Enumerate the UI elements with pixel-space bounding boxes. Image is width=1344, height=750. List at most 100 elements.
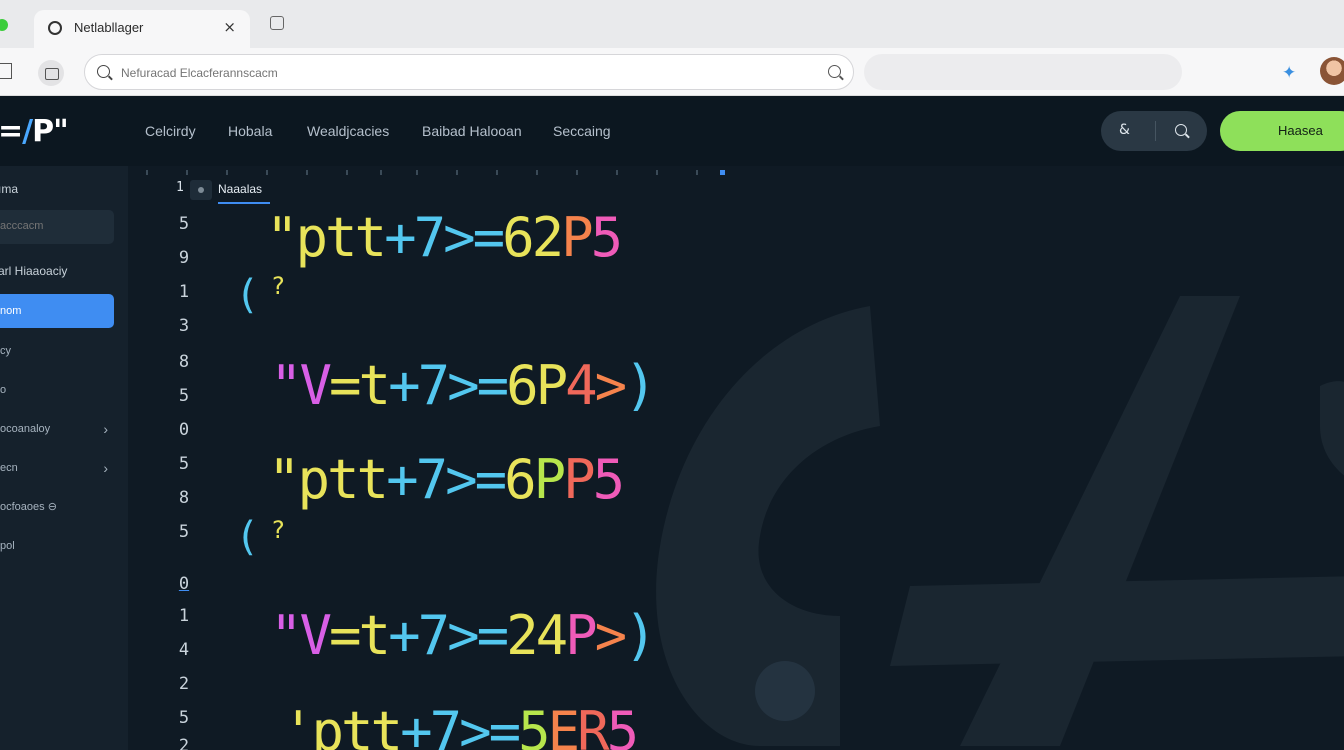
- code-token: P: [565, 604, 597, 667]
- line-number: 9: [178, 248, 190, 268]
- sidebar-item[interactable]: o: [0, 373, 114, 407]
- line-number: 2: [178, 736, 190, 750]
- window-zoom-button[interactable]: [0, 19, 8, 31]
- sidebar-item[interactable]: cy: [0, 334, 114, 368]
- sidebar-subheading: arl Hiaaoaciy: [0, 264, 68, 278]
- line-number: 5: [178, 214, 190, 234]
- code-token: 5: [590, 206, 623, 269]
- lens-search-icon[interactable]: [828, 65, 841, 78]
- profile-avatar[interactable]: [1320, 57, 1344, 85]
- sidebar-item-label: o: [0, 384, 7, 396]
- code-token: >: [594, 354, 627, 417]
- sidebar-item[interactable]: ocoanaloy ›: [0, 412, 114, 446]
- line-number: 8: [178, 488, 190, 508]
- nav-link-2[interactable]: Hobala: [228, 123, 272, 139]
- search-icon[interactable]: [1175, 124, 1187, 136]
- address-input[interactable]: [121, 64, 721, 82]
- code-token: >=: [443, 206, 505, 269]
- toolbar-pill[interactable]: [864, 54, 1182, 90]
- line-number: 1: [178, 282, 190, 302]
- tab-index: 1: [176, 180, 184, 195]
- code-token: t: [358, 604, 391, 667]
- sidebar-item-label: cy: [0, 345, 11, 357]
- line-number: 5: [178, 708, 190, 728]
- code-token: 4: [565, 354, 597, 417]
- code-token: +7: [388, 604, 450, 667]
- code-line[interactable]: "V=t+7>=24P>): [270, 604, 657, 667]
- top-navigation: =/P" Celcirdy Hobala Wealdjcacies Baibad…: [0, 96, 1344, 166]
- address-bar[interactable]: [84, 54, 854, 90]
- code-token: 5: [592, 448, 625, 511]
- code-token: E: [547, 700, 580, 750]
- code-token: =: [329, 604, 361, 667]
- chevron-right-icon: ›: [103, 421, 108, 437]
- code-token: +7: [400, 700, 462, 750]
- sidebar-filter-input[interactable]: [0, 220, 100, 232]
- code-token: t: [358, 354, 391, 417]
- code-token: 5: [606, 700, 639, 750]
- code-token: ): [624, 604, 656, 667]
- new-tab-icon[interactable]: [270, 16, 284, 30]
- code-token: 62: [502, 206, 564, 269]
- line-number: 3: [178, 316, 190, 336]
- code-line[interactable]: "ptt+7>=62P5: [266, 206, 623, 269]
- line-number: 8: [178, 352, 190, 372]
- code-token: >=: [447, 604, 509, 667]
- action-divider: [1155, 121, 1156, 141]
- sidebar: ıma arl Hiaaoaciy nom cy o ocoanaloy › ec…: [0, 166, 128, 750]
- sidebar-item-label: ocfoaoes ⊖: [0, 501, 57, 513]
- nav-link-3[interactable]: Wealdjcacies: [307, 123, 389, 139]
- code-line[interactable]: 'ptt+7>=5ER5: [282, 700, 639, 750]
- nav-link-1[interactable]: Celcirdy: [145, 123, 196, 139]
- code-line[interactable]: "ptt+7>=6PP5: [268, 448, 625, 511]
- file-type-icon: [190, 180, 212, 200]
- sidebar-item[interactable]: ecn ›: [0, 451, 114, 485]
- file-name: Naaalas: [218, 182, 263, 196]
- code-token: tt: [325, 206, 387, 269]
- code-token: 4: [535, 604, 568, 667]
- code-paren: (: [240, 272, 256, 318]
- sidebar-toggle-icon[interactable]: [0, 63, 12, 79]
- sidebar-item[interactable]: pol: [0, 529, 114, 563]
- sidebar-item-active[interactable]: nom: [0, 294, 114, 328]
- code-token: +7: [386, 448, 448, 511]
- line-number: 4: [178, 640, 190, 660]
- line-number: 1: [178, 606, 190, 626]
- code-paren: (: [240, 514, 256, 560]
- chevron-right-icon: ›: [103, 460, 108, 476]
- code-marker: ?: [272, 516, 285, 544]
- browser-toolbar: ✦: [0, 48, 1344, 96]
- line-number: 5: [178, 386, 190, 406]
- sidebar-item-label: pol: [0, 540, 15, 552]
- nav-action-group: &: [1101, 111, 1207, 151]
- puzzle-extension-icon[interactable]: ✦: [1282, 63, 1296, 83]
- code-token: 5: [518, 700, 550, 750]
- app-logo[interactable]: =/P": [0, 114, 69, 149]
- code-token: ): [624, 354, 656, 417]
- share-icon[interactable]: &: [1119, 122, 1130, 138]
- code-line[interactable]: "V=t+7>=6P4>): [270, 354, 657, 417]
- code-token: R: [577, 700, 609, 750]
- tab-close-icon[interactable]: ×: [223, 18, 236, 36]
- background-logo-glyph: [656, 296, 1344, 746]
- code-token: P: [561, 206, 593, 269]
- code-token: 6P: [506, 354, 568, 417]
- extension-icon[interactable]: [38, 60, 64, 86]
- sidebar-item-label: nom: [0, 305, 22, 317]
- code-token: "V: [270, 604, 332, 667]
- code-token: 6: [504, 448, 536, 511]
- sidebar-item[interactable]: ocfoaoes ⊖: [0, 490, 114, 524]
- tab-title: Netlabllager: [74, 20, 144, 35]
- code-token: tt: [341, 700, 403, 750]
- sidebar-item-label: ocoanaloy: [0, 423, 51, 435]
- line-number: 5: [178, 522, 190, 542]
- code-token: "V: [270, 354, 332, 417]
- code-token: +7: [384, 206, 446, 269]
- primary-cta-button[interactable]: Haasea: [1220, 111, 1344, 151]
- line-number: 2: [178, 674, 190, 694]
- nav-link-5[interactable]: Seccaing: [553, 123, 611, 139]
- nav-link-4[interactable]: Baibad Halooan: [422, 123, 522, 139]
- sidebar-filter[interactable]: [0, 210, 114, 244]
- browser-tab[interactable]: Netlabllager ×: [34, 10, 250, 48]
- code-token: tt: [327, 448, 389, 511]
